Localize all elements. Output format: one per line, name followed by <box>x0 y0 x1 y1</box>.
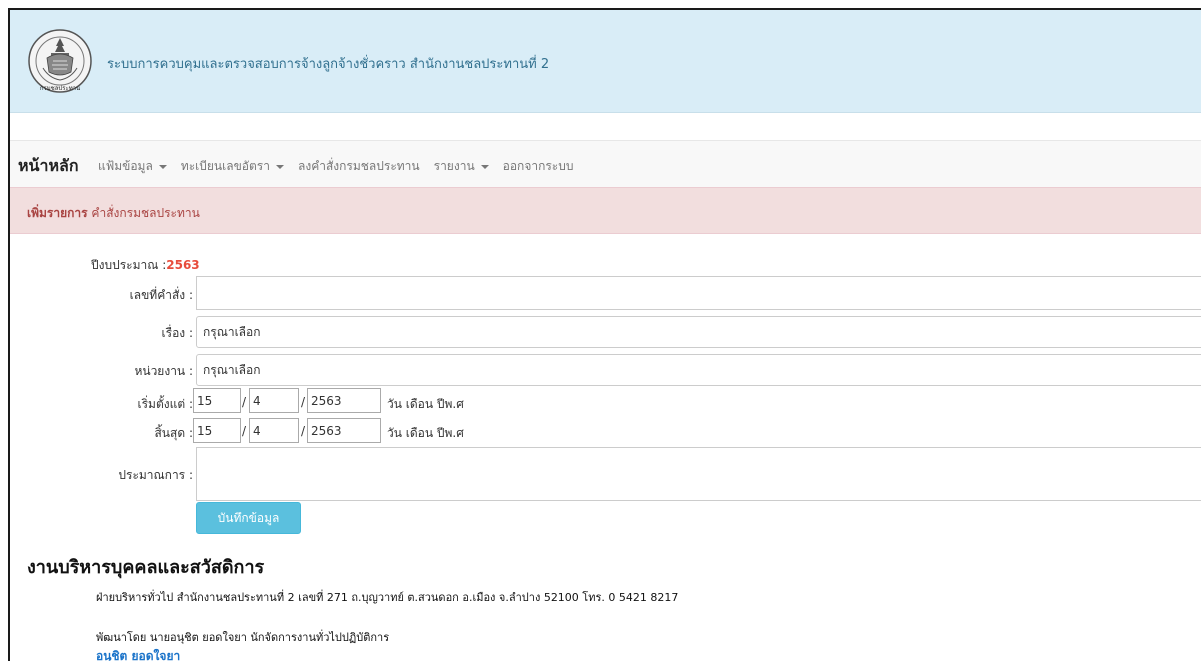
subject-select[interactable]: กรุณาเลือก <box>196 316 1201 348</box>
date-separator: / <box>242 424 247 438</box>
fiscal-year-label: ปีงบประมาณ : <box>91 258 167 272</box>
start-day-input[interactable]: 15 <box>193 388 241 413</box>
start-date-label: เริ่มตั้งแต่ : <box>137 397 194 411</box>
caret-down-icon <box>158 164 167 169</box>
department-selected-value: กรุณาเลือก <box>203 362 261 377</box>
save-button[interactable]: บันทึกข้อมูล <box>196 502 301 534</box>
nav-menu: แฟ้มข้อมูล ทะเบียนเลขอัตรา ลงคำสั่งกรมชล… <box>98 157 573 176</box>
department-select[interactable]: กรุณาเลือก <box>196 354 1201 386</box>
logo-caption: กรมชลประทาน <box>40 85 80 92</box>
start-date-unit: วัน เดือน ปีพ.ศ <box>387 397 464 411</box>
end-month-input[interactable]: 4 <box>249 418 299 443</box>
caret-down-icon <box>275 164 284 169</box>
nav-item-label: ทะเบียนเลขอัตรา <box>180 159 270 173</box>
date-separator: / <box>301 424 306 438</box>
site-title: ระบบการควบคุมและตรวจสอบการจ้างลูกจ้างชั่… <box>107 57 550 72</box>
page-heading-alert: เพิ่มรายการ คำสั่งกรมชลประทาน <box>10 187 1201 234</box>
nav-item-record-order[interactable]: ลงคำสั่งกรมชลประทาน <box>298 157 420 176</box>
nav-item-rate-registry[interactable]: ทะเบียนเลขอัตรา <box>181 157 284 176</box>
footer-address: ฝ่ายบริหารทั่วไป สำนักงานชลประทานที่ 2 เ… <box>96 591 679 604</box>
nav-item-logout[interactable]: ออกจากระบบ <box>503 157 574 176</box>
end-year-input[interactable]: 2563 <box>307 418 381 443</box>
date-separator: / <box>301 395 306 409</box>
main-navbar: หน้าหลัก แฟ้มข้อมูล ทะเบียนเลขอัตรา ลงคำ… <box>10 140 1201 188</box>
page-heading-action: เพิ่มรายการ <box>27 206 88 220</box>
nav-item-label: ลงคำสั่งกรมชลประทาน <box>297 159 420 173</box>
subject-label: เรื่อง : <box>161 326 193 340</box>
nav-item-label: แฟ้มข้อมูล <box>98 159 153 173</box>
footer-developer: พัฒนาโดย นายอนุชิต ยอดใจยา นักจัดการงานท… <box>96 631 390 644</box>
department-label: หน่วยงาน : <box>134 364 193 378</box>
page-heading-subject: คำสั่งกรมชลประทาน <box>91 206 200 220</box>
page-heading: เพิ่มรายการ คำสั่งกรมชลประทาน <box>27 204 200 223</box>
nav-item-label: ออกจากระบบ <box>502 159 574 173</box>
nav-item-data-files[interactable]: แฟ้มข้อมูล <box>98 157 167 176</box>
estimate-textarea[interactable] <box>196 447 1201 501</box>
nav-home-link[interactable]: หน้าหลัก <box>18 154 79 179</box>
fiscal-year-value: 2563 <box>166 258 200 272</box>
browser-page: กรมชลประทาน ระบบการควบคุมและตรวจสอบการจ้… <box>8 8 1201 661</box>
caret-down-icon <box>480 164 489 169</box>
date-separator: / <box>242 395 247 409</box>
end-date-unit: วัน เดือน ปีพ.ศ <box>387 426 464 440</box>
footer-title: งานบริหารบุคคลและสวัสดิการ <box>27 557 265 578</box>
start-year-input[interactable]: 2563 <box>307 388 381 413</box>
royal-irrigation-seal-icon: กรมชลประทาน <box>28 29 92 93</box>
nav-item-label: รายงาน <box>433 159 475 173</box>
end-day-input[interactable]: 15 <box>193 418 241 443</box>
start-month-input[interactable]: 4 <box>249 388 299 413</box>
end-date-label: สิ้นสุด : <box>154 426 193 440</box>
site-header: กรมชลประทาน ระบบการควบคุมและตรวจสอบการจ้… <box>10 10 1201 113</box>
estimate-label: ประมาณการ : <box>118 468 193 482</box>
order-number-label: เลขที่คำสั่ง : <box>129 288 193 302</box>
nav-item-reports[interactable]: รายงาน <box>434 157 489 176</box>
subject-selected-value: กรุณาเลือก <box>203 324 261 339</box>
fiscal-year-row: ปีงบประมาณ :2563 <box>91 256 200 275</box>
developer-link[interactable]: อนุชิต ยอดใจยา <box>96 647 180 661</box>
order-number-input[interactable] <box>196 276 1201 310</box>
